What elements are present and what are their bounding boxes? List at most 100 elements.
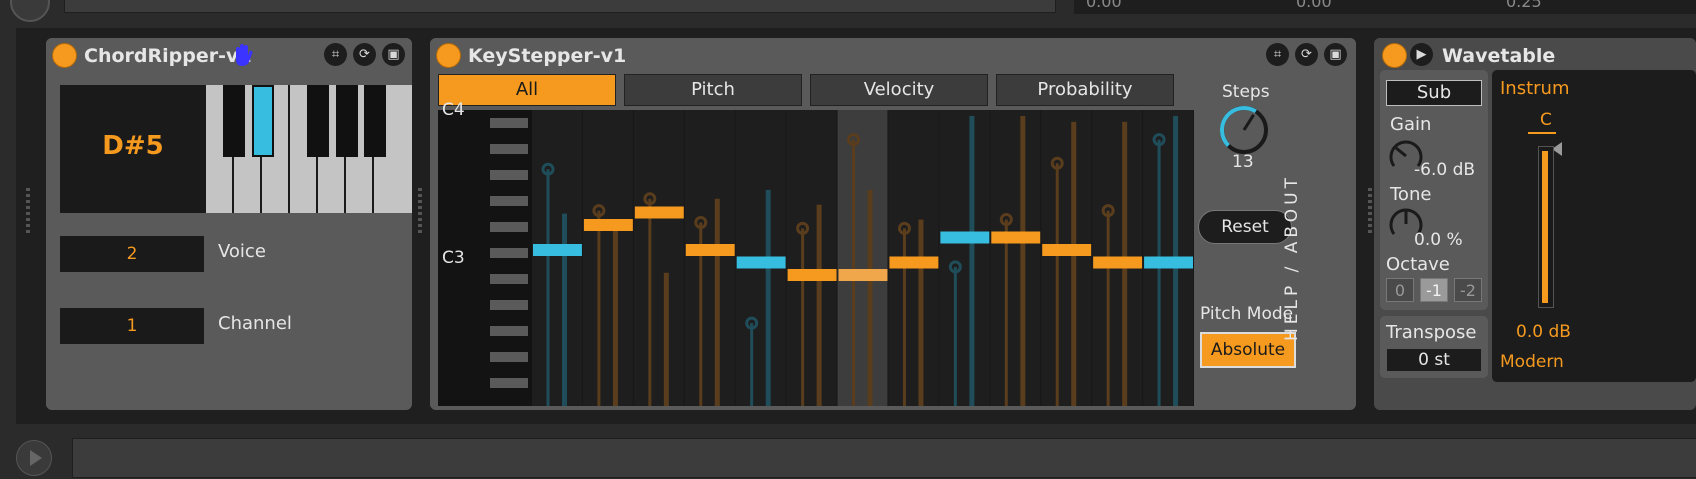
note-display: D#5: [60, 85, 206, 213]
grid-label-c4: C4: [442, 100, 465, 120]
top-clip-field[interactable]: [64, 0, 1056, 13]
transpose-panel: Transpose 0 st: [1380, 316, 1488, 378]
pitch-step: [634, 206, 684, 219]
black-key[interactable]: [364, 85, 386, 157]
note-underline: [1528, 132, 1556, 134]
keystepper-fold-button[interactable]: ⌗: [1266, 43, 1289, 66]
pitch-step: [1093, 256, 1143, 269]
device-chain: ChordRipper-v1 ⌗ ⟳ ▣ D#5 2 Voice 1 Chann: [16, 28, 1696, 424]
step-column: [990, 110, 1041, 406]
bottom-play-icon[interactable]: [16, 440, 52, 476]
piano-roll-key: [490, 222, 528, 232]
step-sequencer-canvas[interactable]: [532, 110, 1194, 406]
wavetable-device: ▶ Wavetable Sub Gain -6.0 dB Tone 0.0 % …: [1374, 38, 1696, 410]
octave-label: Octave: [1386, 254, 1450, 275]
tone-label: Tone: [1390, 184, 1432, 205]
chordripper-header: ChordRipper-v1 ⌗ ⟳ ▣: [46, 38, 412, 70]
chain-grip-mid[interactable]: [418, 188, 422, 236]
probability-bar: [765, 189, 771, 406]
grid-label-c3: C3: [442, 248, 465, 268]
help-about-link[interactable]: HELP / ABOUT: [1282, 158, 1312, 358]
chordripper-power-button[interactable]: [52, 43, 77, 68]
chordripper-fold-button[interactable]: ⌗: [324, 43, 347, 66]
level-value: 0.0 dB: [1516, 322, 1571, 342]
chordripper-device: ChordRipper-v1 ⌗ ⟳ ▣ D#5 2 Voice 1 Chann: [46, 38, 412, 410]
octave-selector: 0 -1 -2: [1386, 278, 1482, 302]
pitch-step: [787, 269, 837, 281]
tab-pitch[interactable]: Pitch: [624, 74, 802, 106]
transpose-value-box[interactable]: 0 st: [1386, 348, 1482, 372]
step-grid[interactable]: C4 C3: [438, 100, 1194, 406]
keystepper-device: KeyStepper-v1 ⌗ ⟳ ▣ All Pitch Velocity P…: [430, 38, 1356, 410]
level-fill: [1542, 151, 1548, 303]
pitch-step: [736, 256, 786, 269]
octave-option-minus2[interactable]: -2: [1454, 278, 1482, 302]
channel-label: Channel: [218, 313, 292, 334]
keystepper-refresh-button[interactable]: ⟳: [1295, 43, 1318, 66]
tone-value: 0.0 %: [1414, 230, 1463, 250]
note-readout: D#5: [102, 131, 164, 161]
note-label: C: [1540, 110, 1552, 130]
pitch-step: [838, 269, 888, 281]
step-column: [939, 110, 990, 406]
sub-button[interactable]: Sub: [1386, 80, 1482, 106]
piano-roll-key: [490, 118, 528, 128]
probability-bar: [1020, 115, 1026, 406]
keystepper-save-button[interactable]: ▣: [1324, 43, 1347, 66]
step-column: [1041, 110, 1092, 406]
wavetable-header: ▶ Wavetable: [1374, 38, 1696, 70]
piano-roll-key: [490, 144, 528, 154]
pitch-step: [1042, 244, 1092, 256]
pitch-mode-label: Pitch Mode: [1200, 304, 1294, 324]
probability-bar: [969, 115, 975, 406]
step-column: [786, 110, 837, 406]
hand-icon: [236, 44, 253, 66]
piano-roll-key: [490, 300, 528, 310]
tab-velocity[interactable]: Velocity: [810, 74, 988, 106]
chordripper-refresh-button[interactable]: ⟳: [353, 43, 376, 66]
black-key[interactable]: [336, 85, 358, 157]
bottom-clip-field[interactable]: [72, 438, 1696, 478]
piano-roll-key: [490, 352, 528, 362]
level-meter[interactable]: [1538, 146, 1554, 308]
sub-oscillator-panel: Sub Gain -6.0 dB Tone 0.0 % Octave 0 -1 …: [1380, 70, 1488, 310]
piano-roll-key: [490, 170, 528, 180]
steps-value: 13: [1232, 152, 1254, 172]
probability-bar: [663, 272, 669, 406]
gain-value: -6.0 dB: [1414, 160, 1476, 180]
gain-label: Gain: [1390, 114, 1432, 135]
pitch-step: [583, 219, 633, 231]
instrument-label: Instrum: [1500, 78, 1570, 99]
tab-probability[interactable]: Probability: [996, 74, 1174, 106]
top-logo-icon: [10, 0, 50, 22]
probability-bar: [612, 228, 618, 406]
keystepper-title: KeyStepper-v1: [468, 45, 627, 67]
transpose-label: Transpose: [1386, 322, 1477, 343]
black-key-active[interactable]: [252, 85, 274, 157]
octave-option-minus1[interactable]: -1: [1420, 278, 1448, 302]
mini-keyboard[interactable]: [206, 85, 412, 213]
probability-bar: [714, 198, 720, 406]
wavetable-power-button[interactable]: [1382, 43, 1407, 68]
step-column: [633, 110, 684, 406]
black-key[interactable]: [223, 85, 245, 157]
voice-number-box[interactable]: 2: [60, 236, 204, 272]
chordripper-save-button[interactable]: ▣: [382, 43, 405, 66]
pitch-step: [889, 256, 939, 269]
reset-button[interactable]: Reset: [1198, 210, 1292, 244]
keystepper-power-button[interactable]: [436, 43, 461, 68]
wavetable-play-icon[interactable]: ▶: [1410, 43, 1433, 66]
steps-label: Steps: [1222, 82, 1270, 102]
channel-number-box[interactable]: 1: [60, 308, 204, 344]
probability-bar: [918, 219, 924, 406]
black-key[interactable]: [307, 85, 329, 157]
steps-knob[interactable]: [1216, 102, 1272, 158]
octave-option-0[interactable]: 0: [1386, 278, 1414, 302]
chain-grip-left[interactable]: [26, 188, 30, 236]
tab-all[interactable]: All: [438, 74, 616, 106]
piano-roll-key: [490, 274, 528, 284]
piano-roll-key: [490, 378, 528, 388]
chain-grip-right[interactable]: [1368, 188, 1372, 236]
piano-roll-key: [490, 326, 528, 336]
top-value-1: 0.00: [1086, 0, 1122, 11]
